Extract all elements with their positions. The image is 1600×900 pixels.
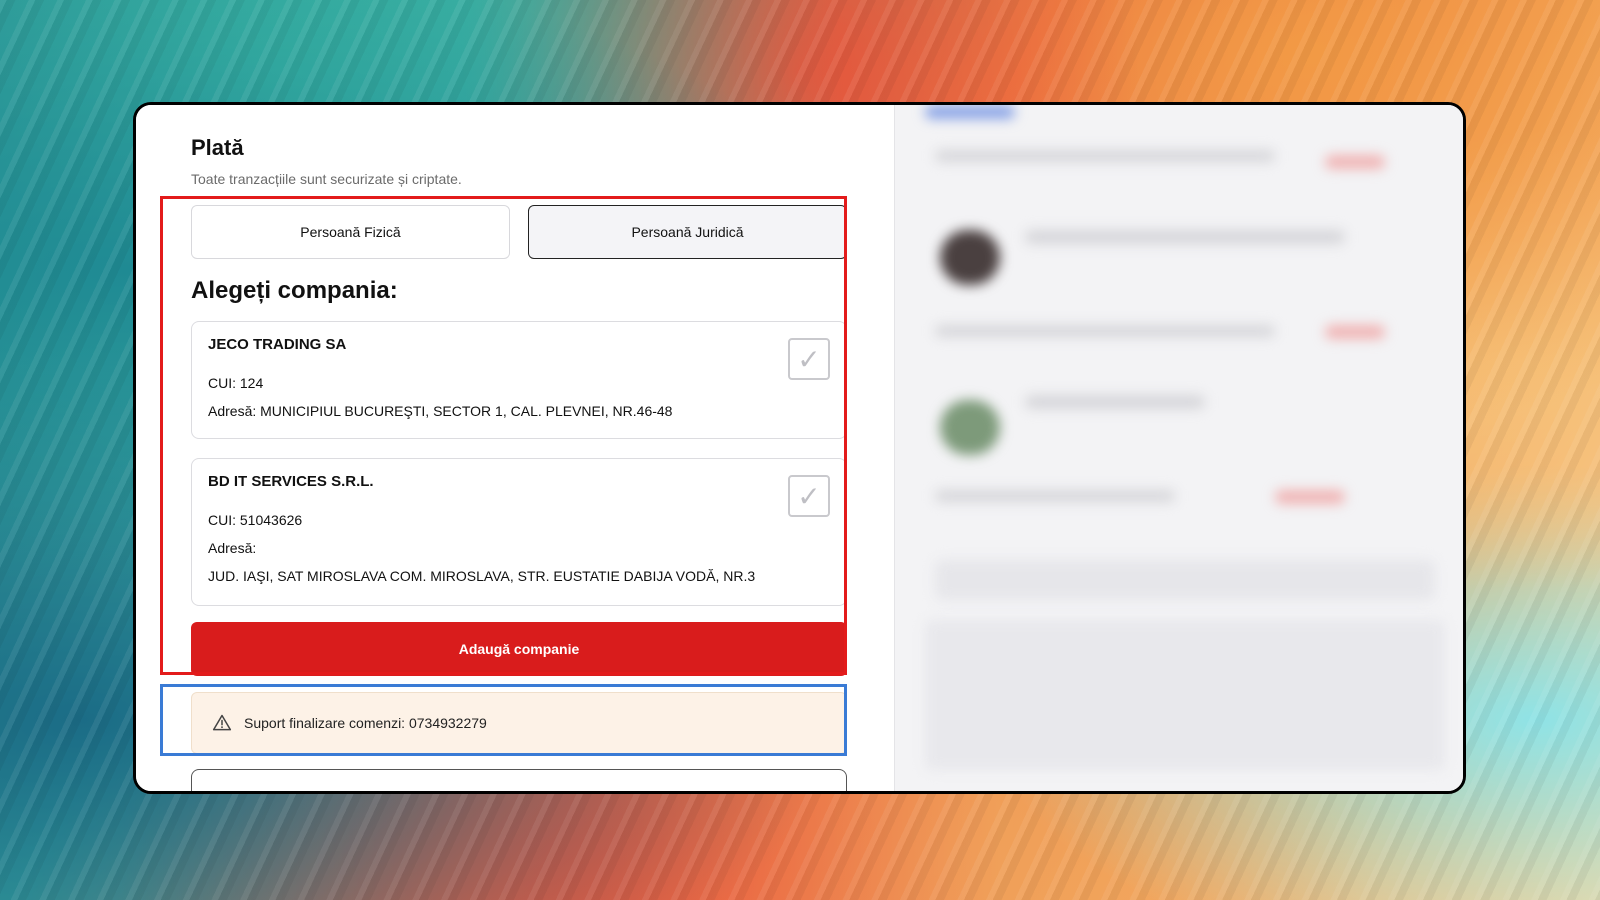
order-summary-blurred: [894, 105, 1463, 791]
blurred-element: [940, 230, 1000, 285]
payment-panel: Plată Toate tranzacțiile sunt securizate…: [136, 105, 894, 791]
checkmark-icon: ✓: [797, 480, 821, 512]
blurred-element: [940, 400, 1000, 455]
toggle-persoana-fizica[interactable]: Persoană Fizică: [191, 205, 510, 259]
support-notice: Suport finalizare comenzi: 0734932279: [191, 692, 847, 754]
company-cui: CUI: 51043626: [208, 512, 303, 528]
company-address: JUD. IAŞI, SAT MIROSLAVA COM. MIROSLAVA,…: [208, 568, 756, 584]
blurred-element: [925, 620, 1445, 770]
company-address-label: Adresă:: [208, 540, 257, 556]
add-company-button[interactable]: Adaugă companie: [191, 622, 847, 676]
company-name: BD IT SERVICES S.R.L.: [208, 473, 374, 490]
company-select-checkbox[interactable]: ✓: [788, 475, 830, 517]
company-select-checkbox[interactable]: ✓: [788, 338, 830, 380]
company-address: Adresă: MUNICIPIUL BUCUREŞTI, SECTOR 1, …: [208, 403, 673, 419]
company-card[interactable]: JECO TRADING SA CUI: 124 Adresă: MUNICIP…: [191, 321, 847, 439]
companies-heading: Alegeți compania:: [191, 277, 398, 304]
blurred-element: [1025, 230, 1345, 244]
blurred-element: [1275, 490, 1345, 504]
blurred-element: [935, 490, 1175, 502]
next-section-edge: [191, 769, 847, 791]
warning-icon: [212, 714, 232, 731]
toggle-persoana-juridica[interactable]: Persoană Juridică: [528, 205, 847, 259]
blurred-element: [935, 150, 1275, 162]
blurred-element: [1325, 325, 1385, 339]
checkmark-icon: ✓: [797, 343, 821, 375]
page-title: Plată: [191, 135, 244, 160]
checkout-window: Plată Toate tranzacțiile sunt securizate…: [133, 102, 1466, 794]
company-cui: CUI: 124: [208, 375, 264, 391]
support-text: Suport finalizare comenzi: 0734932279: [244, 715, 487, 731]
blurred-element: [1325, 155, 1385, 169]
blurred-element: [1025, 395, 1205, 409]
company-card[interactable]: BD IT SERVICES S.R.L. CUI: 51043626 Adre…: [191, 458, 847, 606]
blurred-element: [935, 325, 1275, 337]
blurred-element: [935, 560, 1435, 600]
page-subtitle: Toate tranzacțiile sunt securizate și cr…: [191, 171, 462, 187]
blurred-element: [925, 105, 1015, 119]
company-name: JECO TRADING SA: [208, 336, 347, 353]
